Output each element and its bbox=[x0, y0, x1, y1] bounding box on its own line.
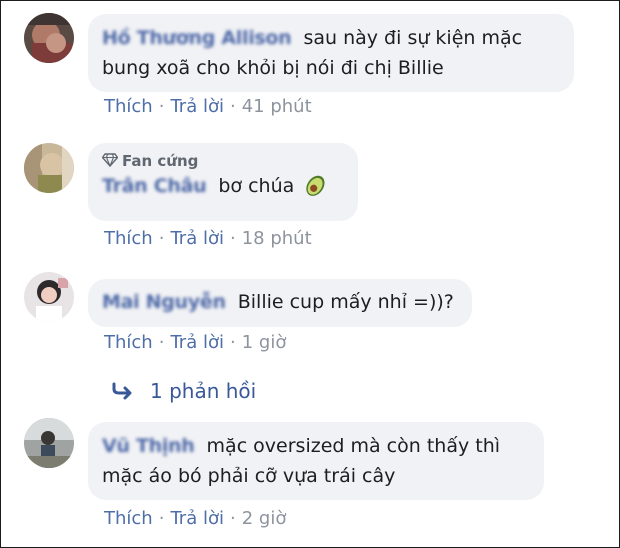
reply-button[interactable]: Trả lời bbox=[170, 508, 224, 529]
like-button[interactable]: Thích bbox=[104, 228, 153, 249]
reply-arrow-icon bbox=[112, 382, 132, 400]
fan-badge: Fan cứng bbox=[102, 151, 344, 171]
timestamp[interactable]: 41 phút bbox=[242, 96, 312, 117]
like-button[interactable]: Thích bbox=[104, 332, 153, 353]
comment-text-line2: mặc áo bó phải cỡ vựa trái cây bbox=[102, 465, 396, 487]
avocado-icon bbox=[306, 175, 325, 196]
reply-button[interactable]: Trả lời bbox=[170, 96, 224, 117]
view-replies-link[interactable]: 1 phản hồi bbox=[112, 379, 256, 403]
replies-count[interactable]: 1 phản hồi bbox=[150, 379, 256, 403]
separator: · bbox=[158, 508, 165, 529]
comment-bubble: Vũ Thịnh mặc oversized mà còn thấy thì m… bbox=[88, 422, 544, 500]
comment-author[interactable]: Hồ Thương Allison bbox=[102, 27, 292, 49]
comment-actions: Thích · Trả lời · 41 phút bbox=[104, 96, 312, 117]
reply-button[interactable]: Trả lời bbox=[170, 332, 224, 353]
avatar[interactable] bbox=[24, 143, 74, 193]
comment-text: bơ chúa bbox=[218, 175, 295, 197]
separator: · bbox=[229, 508, 236, 529]
separator: · bbox=[229, 96, 236, 117]
comment-bubble: Fan cứng Trân Châu bơ chúa bbox=[88, 143, 358, 221]
comment-bubble: Mai Nguyễn Billie cup mấy nhỉ =))? bbox=[88, 279, 472, 327]
timestamp[interactable]: 18 phút bbox=[242, 228, 312, 249]
comment-text: mặc oversized mà còn thấy thì bbox=[206, 435, 501, 457]
comment-actions: Thích · Trả lời · 2 giờ bbox=[104, 508, 286, 529]
separator: · bbox=[158, 332, 165, 353]
comment-text-line2: bung xoã cho khỏi bị nói đi chị Billie bbox=[102, 57, 444, 79]
like-button[interactable]: Thích bbox=[104, 96, 153, 117]
separator: · bbox=[229, 228, 236, 249]
avatar[interactable] bbox=[24, 13, 74, 63]
comment-author[interactable]: Trân Châu bbox=[102, 175, 207, 197]
comment-author[interactable]: Mai Nguyễn bbox=[102, 291, 226, 313]
avatar[interactable] bbox=[24, 418, 74, 468]
comment-text: Billie cup mấy nhỉ =))? bbox=[237, 291, 454, 313]
separator: · bbox=[229, 332, 236, 353]
comment-actions: Thích · Trả lời · 1 giờ bbox=[104, 332, 286, 353]
comment-actions: Thích · Trả lời · 18 phút bbox=[104, 228, 312, 249]
reply-button[interactable]: Trả lời bbox=[170, 228, 224, 249]
separator: · bbox=[158, 96, 165, 117]
timestamp[interactable]: 2 giờ bbox=[242, 508, 287, 529]
comment-author[interactable]: Vũ Thịnh bbox=[102, 435, 195, 457]
comment-bubble: Hồ Thương Allison sau này đi sự kiện mặc… bbox=[88, 14, 574, 92]
like-button[interactable]: Thích bbox=[104, 508, 153, 529]
diamond-icon bbox=[102, 153, 118, 167]
timestamp[interactable]: 1 giờ bbox=[242, 332, 287, 353]
avatar[interactable] bbox=[24, 272, 74, 322]
comment-text: sau này đi sự kiện mặc bbox=[303, 27, 523, 49]
comment-thread: Hồ Thương Allison sau này đi sự kiện mặc… bbox=[0, 0, 620, 548]
separator: · bbox=[158, 228, 165, 249]
badge-label: Fan cứng bbox=[122, 152, 199, 170]
